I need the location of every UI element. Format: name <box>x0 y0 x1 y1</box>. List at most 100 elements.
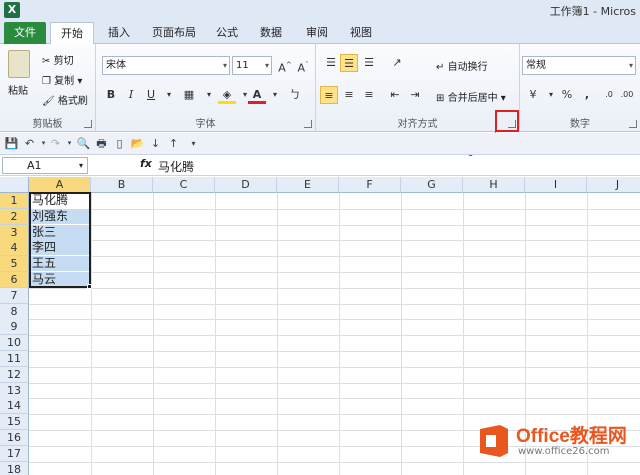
row-header[interactable]: 14 <box>0 398 29 415</box>
fill-color-icon[interactable]: ◈ <box>218 86 236 104</box>
column-header[interactable]: E <box>277 177 339 193</box>
row-header[interactable]: 2 <box>0 208 29 225</box>
fill-handle[interactable] <box>87 284 92 289</box>
align-top-icon[interactable]: ☰ <box>322 54 340 72</box>
column-header[interactable]: D <box>215 177 277 193</box>
increase-decimal-icon[interactable]: .0 <box>600 86 618 104</box>
customize-toolbar-icon[interactable]: ▾ <box>186 136 201 151</box>
tab-home[interactable]: 开始 <box>50 22 94 45</box>
chevron-down-icon[interactable]: ▾ <box>62 136 77 151</box>
align-bottom-icon[interactable]: ☰ <box>360 54 378 72</box>
print-preview-icon[interactable]: 🔍 <box>76 136 91 151</box>
row-header[interactable]: 8 <box>0 303 29 320</box>
column-header[interactable]: I <box>525 177 587 193</box>
undo-icon[interactable]: ↶ <box>22 136 37 151</box>
row-header[interactable]: 5 <box>0 256 29 273</box>
tab-review[interactable]: 审阅 <box>302 22 332 44</box>
column-header[interactable]: B <box>91 177 153 193</box>
decrease-decimal-icon[interactable]: .00 <box>618 86 636 104</box>
row-header[interactable]: 7 <box>0 287 29 304</box>
formula-input[interactable]: 马化腾 <box>158 158 194 175</box>
phonetic-icon[interactable]: ㄅ <box>286 86 304 104</box>
chevron-down-icon: ▾ <box>628 61 633 70</box>
column-header[interactable]: A <box>29 177 91 193</box>
chevron-down-icon[interactable]: ▾ <box>160 86 178 104</box>
cut-button[interactable]: ✂ 剪切 <box>42 52 74 67</box>
shrink-font-button[interactable]: Aˇ <box>294 56 312 75</box>
print-icon[interactable]: 🖶 <box>94 136 109 151</box>
column-header[interactable]: J <box>587 177 640 193</box>
cell-a4[interactable]: 李四 <box>30 240 90 256</box>
orientation-icon[interactable]: ↗ <box>388 54 406 72</box>
align-center-icon[interactable]: ≡ <box>340 86 358 104</box>
copy-button[interactable]: ❐ 复制 ▾ <box>42 72 82 87</box>
currency-icon[interactable]: ¥ <box>524 86 542 104</box>
tab-view[interactable]: 视图 <box>346 22 376 44</box>
decrease-indent-icon[interactable]: ⇤ <box>386 86 404 104</box>
sort-desc-icon[interactable]: ↑ <box>166 136 181 151</box>
cell-a6[interactable]: 马云 <box>30 272 90 287</box>
new-icon[interactable]: ▯ <box>112 136 127 151</box>
column-header[interactable]: F <box>339 177 401 193</box>
cell-a5[interactable]: 王五 <box>30 256 90 272</box>
tab-data[interactable]: 数据 <box>256 22 286 44</box>
name-box[interactable]: A1 ▾ <box>2 157 88 174</box>
grow-font-button[interactable]: A^ <box>276 56 294 75</box>
excel-icon[interactable]: X <box>4 2 20 18</box>
redo-icon[interactable]: ↷ <box>48 136 63 151</box>
format-painter-button[interactable]: 🖌 格式刷 <box>42 92 88 107</box>
sort-asc-icon[interactable]: ↓ <box>148 136 163 151</box>
border-icon[interactable]: ▦ <box>180 86 198 104</box>
column-header[interactable]: C <box>153 177 215 193</box>
clipboard-dialog-launcher[interactable] <box>84 120 92 128</box>
row-header[interactable]: 9 <box>0 319 29 336</box>
underline-button[interactable]: U <box>142 86 160 104</box>
italic-button[interactable]: I <box>122 86 140 104</box>
row-header[interactable]: 15 <box>0 414 29 431</box>
row-header[interactable]: 13 <box>0 382 29 399</box>
merge-center-button[interactable]: ⊞ 合并后居中 ▾ <box>436 89 506 104</box>
tab-page-layout[interactable]: 页面布局 <box>148 22 200 44</box>
bold-button[interactable]: B <box>102 86 120 104</box>
align-right-icon[interactable]: ≡ <box>360 86 378 104</box>
column-header[interactable]: H <box>463 177 525 193</box>
cell-a3[interactable]: 张三 <box>30 224 90 240</box>
chevron-down-icon[interactable]: ▾ <box>266 86 284 104</box>
tab-insert[interactable]: 插入 <box>104 22 134 44</box>
open-icon[interactable]: 📂 <box>130 136 145 151</box>
align-left-icon[interactable]: ≡ <box>320 86 338 104</box>
row-header[interactable]: 6 <box>0 272 29 288</box>
tab-formulas[interactable]: 公式 <box>212 22 242 44</box>
chevron-down-icon[interactable]: ▾ <box>200 86 218 104</box>
comma-button[interactable]: , <box>578 86 596 104</box>
font-dialog-launcher[interactable] <box>304 120 312 128</box>
row-header[interactable]: 11 <box>0 351 29 367</box>
row-header[interactable]: 16 <box>0 430 29 446</box>
chevron-down-icon: ▾ <box>78 161 83 170</box>
column-header[interactable]: G <box>401 177 463 193</box>
cell-a2[interactable]: 刘强东 <box>30 208 90 224</box>
number-dialog-launcher[interactable] <box>629 120 637 128</box>
save-icon[interactable]: 💾 <box>4 136 19 151</box>
row-header[interactable]: 3 <box>0 224 29 241</box>
cell-a1[interactable]: 马化腾 <box>30 193 90 208</box>
number-format-select[interactable]: 常规 ▾ <box>522 56 636 75</box>
row-header[interactable]: 18 <box>0 461 29 475</box>
row-header[interactable]: 17 <box>0 445 29 462</box>
row-header[interactable]: 4 <box>0 240 29 257</box>
tab-file[interactable]: 文件 <box>4 22 46 44</box>
paste-button[interactable]: 粘贴 <box>8 82 28 97</box>
align-middle-icon[interactable]: ☰ <box>340 54 358 72</box>
row-header[interactable]: 1 <box>0 193 29 209</box>
font-name-select[interactable]: 宋体 ▾ <box>102 56 230 75</box>
row-header[interactable]: 10 <box>0 335 29 352</box>
paste-icon[interactable] <box>8 50 30 78</box>
wrap-text-button[interactable]: ↵ 自动换行 <box>436 58 488 73</box>
row-header[interactable]: 12 <box>0 366 29 383</box>
increase-indent-icon[interactable]: ⇥ <box>406 86 424 104</box>
select-all-corner[interactable] <box>0 177 29 193</box>
font-size-select[interactable]: 11 ▾ <box>232 56 272 75</box>
function-icon[interactable]: fx <box>140 157 152 170</box>
font-color-button[interactable]: A <box>248 86 266 104</box>
percent-button[interactable]: % <box>558 86 576 104</box>
